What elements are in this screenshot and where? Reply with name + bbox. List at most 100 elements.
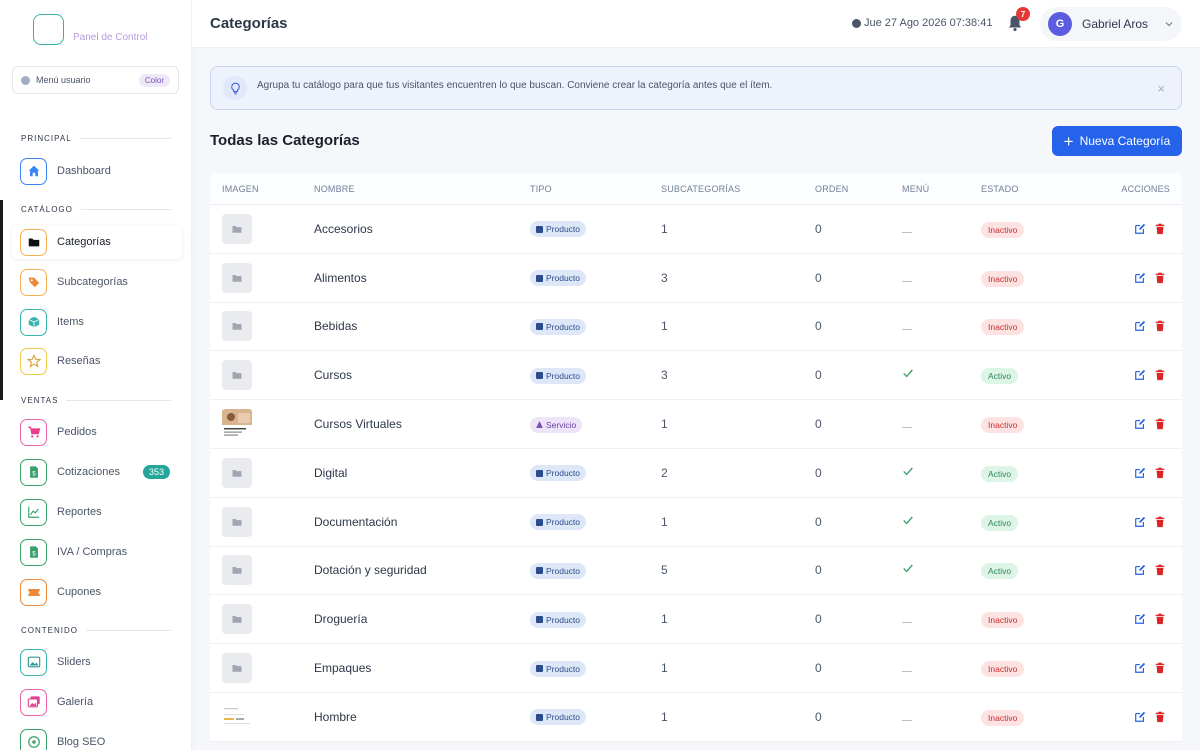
- edit-icon[interactable]: [1134, 711, 1146, 723]
- table-row[interactable]: Bebidas Producto 1 0 Inactivo: [210, 303, 1182, 352]
- delete-icon[interactable]: [1154, 516, 1166, 528]
- sidebar-item-reportes[interactable]: Reportes: [12, 495, 182, 529]
- ticket-icon: [20, 578, 47, 606]
- sidebar-item-label: Cotizaciones: [57, 466, 120, 478]
- new-category-button[interactable]: + Nueva Categoría: [1052, 126, 1182, 156]
- cell-orden: 0: [815, 465, 822, 480]
- delete-icon[interactable]: [1154, 662, 1166, 674]
- edit-icon[interactable]: [1134, 516, 1146, 528]
- column-header-menu[interactable]: MENÚ: [902, 184, 981, 194]
- edit-icon[interactable]: [1134, 613, 1146, 625]
- edit-icon[interactable]: [1134, 418, 1146, 430]
- cell-nombre: Cursos Virtuales: [314, 417, 402, 432]
- cell-orden: 0: [815, 709, 822, 724]
- delete-icon[interactable]: [1154, 467, 1166, 479]
- notification-count-badge: 7: [1016, 7, 1030, 21]
- dash-icon: [902, 622, 912, 624]
- table-row[interactable]: Droguería Producto 1 0 Inactivo: [210, 595, 1182, 645]
- sidebar-item-iva-compras[interactable]: $ IVA / Compras: [12, 535, 182, 569]
- cell-menu: [902, 317, 981, 335]
- edit-icon[interactable]: [1134, 223, 1146, 235]
- top-bar: Categorías Jue 27 Ago 2026 07:38:41 7 G …: [192, 0, 1200, 48]
- cell-orden: 0: [815, 563, 822, 578]
- sidebar-item-resenas[interactable]: Reseñas: [12, 344, 182, 378]
- cell-acciones: [1111, 223, 1182, 235]
- cell-imagen: [210, 604, 314, 635]
- color-badge[interactable]: Color: [138, 73, 170, 87]
- image-placeholder: [222, 653, 252, 684]
- edit-icon[interactable]: [1134, 272, 1146, 284]
- edit-icon[interactable]: [1134, 369, 1146, 381]
- type-badge-label: Servicio: [546, 419, 577, 430]
- table-row[interactable]: Documentación Producto 1 0 Activo: [210, 498, 1182, 547]
- table-row[interactable]: Dotación y seguridad Producto 5 0 Activo: [210, 547, 1182, 596]
- close-icon[interactable]: ×: [1157, 81, 1165, 96]
- table-row[interactable]: Hombre Producto 1 0 Inactivo: [210, 693, 1182, 742]
- invoice-icon: $: [20, 458, 47, 486]
- edit-icon[interactable]: [1134, 662, 1146, 674]
- cell-acciones: [1111, 320, 1182, 332]
- logo[interactable]: [33, 14, 64, 45]
- column-header-nombre[interactable]: NOMBRE: [314, 184, 530, 194]
- menu-user-selector[interactable]: Menú usuario Color: [12, 66, 179, 94]
- sidebar-item-galeria[interactable]: Galería: [12, 685, 182, 719]
- sidebar-item-blog-seo[interactable]: Blog SEO: [12, 725, 182, 750]
- tags-icon: [20, 268, 47, 296]
- user-name: Gabriel Aros: [1082, 17, 1149, 31]
- folder-icon: [232, 372, 242, 380]
- folder-icon: [232, 567, 242, 575]
- user-menu[interactable]: G Gabriel Aros: [1040, 7, 1182, 41]
- column-header-tipo[interactable]: TIPO: [530, 184, 661, 194]
- product-icon: [536, 713, 543, 721]
- sidebar-item-pedidos[interactable]: Pedidos: [12, 415, 182, 449]
- delete-icon[interactable]: [1154, 320, 1166, 332]
- table-row[interactable]: Accesorios Producto 1 0 Inactivo: [210, 205, 1182, 254]
- type-badge-label: Producto: [546, 517, 581, 528]
- product-icon: [536, 274, 543, 282]
- type-badge-label: Producto: [546, 614, 581, 625]
- section-title-contenido: CONTENIDO: [21, 626, 171, 635]
- sidebar-item-sliders[interactable]: Sliders: [12, 645, 182, 679]
- cell-acciones: [1111, 369, 1182, 381]
- folder-icon: [232, 225, 242, 233]
- table-row[interactable]: Digital Producto 2 0 Activo: [210, 449, 1182, 498]
- table-row[interactable]: Cursos Virtuales Servicio 1 0 Inactivo: [210, 400, 1182, 449]
- sidebar-item-categorias[interactable]: Categorías: [12, 225, 182, 259]
- table-row[interactable]: Empaques Producto 1 0 Inactivo: [210, 644, 1182, 693]
- cell-nombre: Cursos: [314, 368, 353, 383]
- type-badge: Producto: [530, 709, 587, 726]
- table-row[interactable]: Alimentos Producto 3 0 Inactivo: [210, 254, 1182, 303]
- delete-icon[interactable]: [1154, 711, 1166, 723]
- delete-icon[interactable]: [1154, 223, 1166, 235]
- cell-menu: [902, 269, 981, 287]
- sidebar-item-dashboard[interactable]: Dashboard: [12, 154, 182, 188]
- column-header-orden[interactable]: ORDEN: [815, 184, 902, 194]
- product-icon: [536, 372, 543, 380]
- sidebar-item-cupones[interactable]: Cupones: [12, 575, 182, 609]
- cart-icon: [20, 418, 47, 446]
- cell-imagen: [210, 213, 314, 244]
- column-header-imagen[interactable]: IMAGEN: [210, 184, 314, 194]
- column-header-estado[interactable]: ESTADO: [981, 184, 1111, 194]
- delete-icon[interactable]: [1154, 418, 1166, 430]
- sidebar-item-subcategorias[interactable]: Subcategorías: [12, 265, 182, 299]
- sidebar-item-label: Pedidos: [57, 426, 97, 438]
- delete-icon[interactable]: [1154, 613, 1166, 625]
- edit-icon[interactable]: [1134, 564, 1146, 576]
- column-header-subcategorias[interactable]: SUBCATEGORÍAS: [661, 184, 815, 194]
- cell-subcategorias: 1: [661, 514, 668, 529]
- edit-icon[interactable]: [1134, 320, 1146, 332]
- clock-icon: [852, 18, 861, 28]
- type-badge: Producto: [530, 660, 587, 677]
- sidebar-item-cotizaciones[interactable]: $ Cotizaciones 353: [12, 455, 182, 489]
- delete-icon[interactable]: [1154, 369, 1166, 381]
- table-row[interactable]: Cursos Producto 3 0 Activo: [210, 351, 1182, 401]
- cell-tipo: Producto: [530, 317, 661, 335]
- palette-icon: [21, 75, 30, 85]
- section-title-catalogo: CATÁLOGO: [21, 205, 171, 214]
- cell-subcategorias: 1: [661, 221, 668, 236]
- delete-icon[interactable]: [1154, 564, 1166, 576]
- edit-icon[interactable]: [1134, 467, 1146, 479]
- delete-icon[interactable]: [1154, 272, 1166, 284]
- sidebar-item-items[interactable]: Items: [12, 305, 182, 339]
